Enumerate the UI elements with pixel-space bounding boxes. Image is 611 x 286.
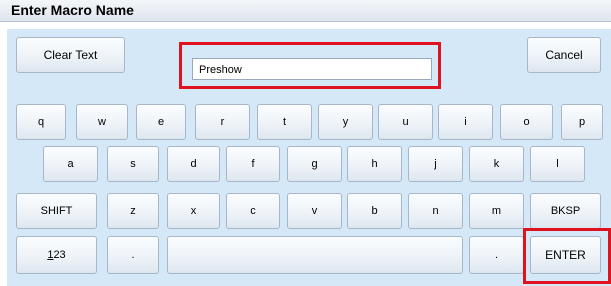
key-j[interactable]: j xyxy=(408,146,463,182)
cancel-button[interactable]: Cancel xyxy=(527,37,601,73)
key-l[interactable]: l xyxy=(530,146,585,182)
key-h[interactable]: h xyxy=(347,146,402,182)
key-a[interactable]: a xyxy=(43,146,98,182)
key-m[interactable]: m xyxy=(469,193,524,229)
numbers-mode-key[interactable]: 1 23 xyxy=(16,236,97,274)
name-input-highlight xyxy=(179,42,441,89)
dialog-title: Enter Macro Name xyxy=(11,2,134,18)
key-f[interactable]: f xyxy=(226,146,280,182)
key-v[interactable]: v xyxy=(287,193,342,229)
backspace-key[interactable]: BKSP xyxy=(530,193,601,229)
key-i[interactable]: i xyxy=(438,104,493,140)
key-k[interactable]: k xyxy=(469,146,524,182)
key-q[interactable]: q xyxy=(16,104,66,140)
key-w[interactable]: w xyxy=(76,104,128,140)
shift-key[interactable]: SHIFT xyxy=(16,193,97,229)
key-p[interactable]: p xyxy=(561,104,603,140)
key-b[interactable]: b xyxy=(347,193,402,229)
key-y[interactable]: y xyxy=(318,104,373,140)
key-r[interactable]: r xyxy=(195,104,250,140)
key-t[interactable]: t xyxy=(257,104,312,140)
key-c[interactable]: c xyxy=(226,193,280,229)
key-d[interactable]: d xyxy=(167,146,220,182)
space-bar[interactable] xyxy=(167,236,463,274)
dialog-title-bar: Enter Macro Name xyxy=(0,0,611,22)
key-z[interactable]: z xyxy=(107,193,159,229)
key-o[interactable]: o xyxy=(500,104,553,140)
numbers-mode-label: 23 xyxy=(53,249,66,261)
key-x[interactable]: x xyxy=(167,193,220,229)
key-u[interactable]: u xyxy=(378,104,433,140)
key-n[interactable]: n xyxy=(408,193,463,229)
key-e[interactable]: e xyxy=(136,104,186,140)
clear-text-button[interactable]: Clear Text xyxy=(16,37,125,73)
key-g[interactable]: g xyxy=(287,146,342,182)
key-s[interactable]: s xyxy=(107,146,159,182)
period-key-left[interactable]: . xyxy=(107,236,159,274)
period-key-right[interactable]: . xyxy=(469,236,524,274)
enter-key-highlight xyxy=(523,228,611,284)
